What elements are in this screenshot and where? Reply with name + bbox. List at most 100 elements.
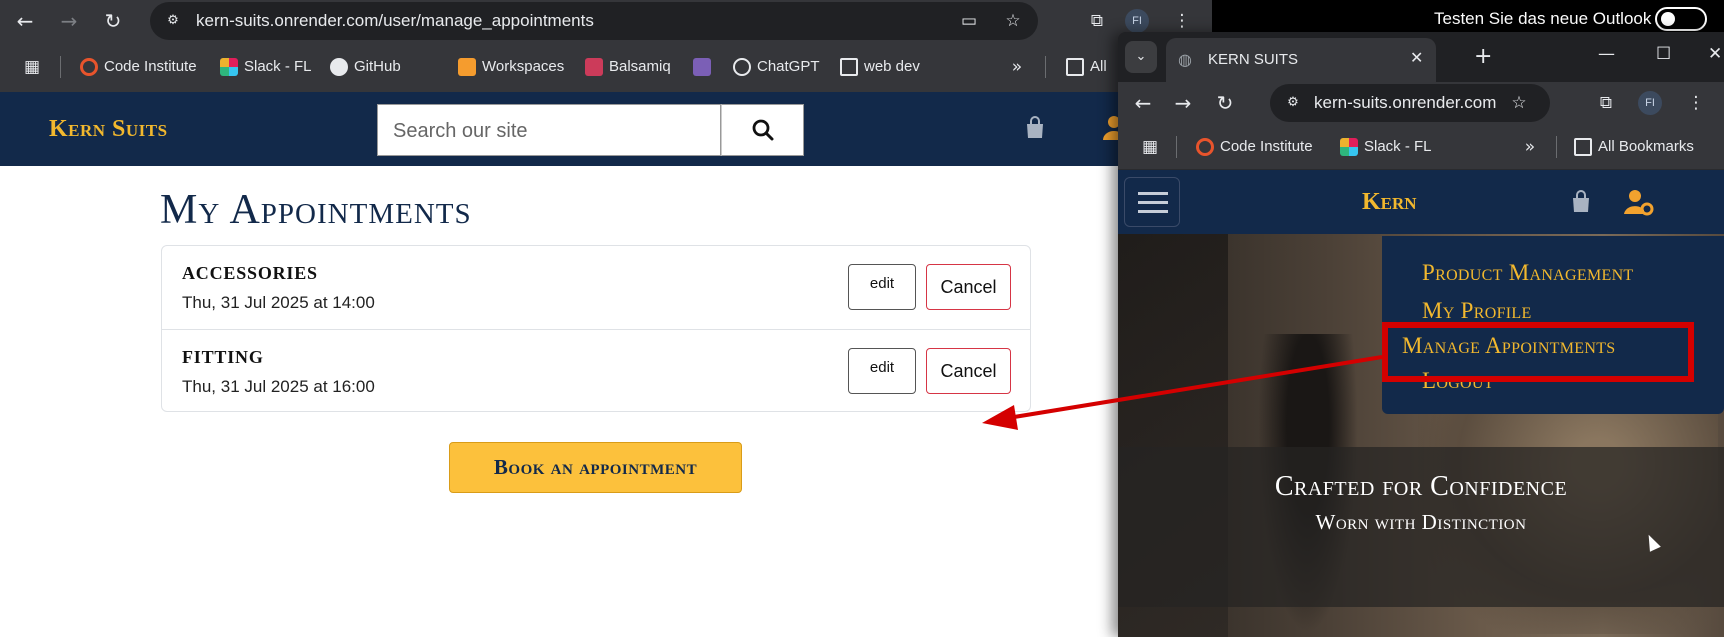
appointment-title: FITTING <box>182 347 264 367</box>
bookmark-code-institute[interactable]: Code Institute <box>1196 135 1313 159</box>
search-icon <box>752 119 774 141</box>
card-icon[interactable]: ▭ <box>958 10 980 32</box>
slack-icon <box>220 58 238 76</box>
site-logo[interactable]: Kern <box>1362 189 1417 216</box>
bookmark-all[interactable]: All <box>1066 55 1107 79</box>
address-bar[interactable]: ⚙ kern-suits.onrender.com ☆ <box>1270 84 1550 122</box>
bookmark-label: Workspaces <box>482 58 565 75</box>
bookmark-web-dev[interactable]: web dev <box>840 55 920 79</box>
search-placeholder: Search our site <box>393 120 528 142</box>
forward-icon[interactable]: → <box>56 8 82 34</box>
appointment-title: ACCESSORIES <box>182 263 318 283</box>
balsamiq-icon <box>585 58 603 76</box>
reload-icon[interactable]: ↻ <box>1212 90 1238 116</box>
appointment-row: FITTING Thu, 31 Jul 2025 at 16:00 edit C… <box>162 329 1030 411</box>
site-header: Kern Suits Search our site <box>0 92 1212 166</box>
bookmark-balsamiq[interactable]: Balsamiq <box>585 55 671 79</box>
bookmark-label: Code Institute <box>104 58 197 75</box>
hamburger-menu-icon[interactable] <box>1124 177 1180 227</box>
tab-kern-suits[interactable]: ◍ KERN SUITS ✕ <box>1166 38 1436 82</box>
user-gear-icon[interactable] <box>1624 188 1654 216</box>
bookmark-label: GitHub <box>354 58 401 75</box>
maximize-icon[interactable]: ☐ <box>1656 44 1671 64</box>
extensions-icon[interactable]: ⧉ <box>1085 9 1109 33</box>
bookmark-label: Slack - FL <box>1364 138 1432 155</box>
hero-title: Crafted for Confidence <box>1274 471 1568 502</box>
cancel-button[interactable]: Cancel <box>926 264 1011 310</box>
site-logo[interactable]: Kern Suits <box>49 116 168 143</box>
bookmark-label: ChatGPT <box>757 58 820 75</box>
menu-kebab-icon[interactable]: ⋮ <box>1170 9 1194 33</box>
bookmarks-bar: ▦ Code Institute Slack - FL GitHub Works… <box>0 42 1212 92</box>
address-url[interactable]: kern-suits.onrender.com/user/manage_appo… <box>196 11 594 31</box>
slack-icon <box>1340 138 1358 156</box>
bookmark-label: Slack - FL <box>244 58 312 75</box>
back-icon[interactable]: ← <box>12 8 38 34</box>
folder-icon <box>840 58 858 76</box>
chatgpt-icon <box>733 58 751 76</box>
cancel-button[interactable]: Cancel <box>926 348 1011 394</box>
bookmark-label: All Bookmarks <box>1598 138 1694 155</box>
profile-avatar[interactable]: FI <box>1638 91 1662 115</box>
close-tab-icon[interactable]: ✕ <box>1410 48 1423 67</box>
folder-icon <box>1066 58 1084 76</box>
bookmark-separator <box>60 56 61 78</box>
appointments-list: ACCESSORIES Thu, 31 Jul 2025 at 14:00 ed… <box>161 245 1031 412</box>
annotation-highlight-box <box>1382 322 1694 382</box>
menu-item-my-profile[interactable]: My Profile <box>1422 298 1532 324</box>
bookmark-separator <box>1556 136 1557 158</box>
bookmarks-bar: ▦ Code Institute Slack - FL » All Bookma… <box>1118 124 1724 170</box>
search-button[interactable] <box>721 104 804 156</box>
bookmark-github[interactable]: GitHub <box>330 55 401 79</box>
site-info-icon[interactable]: ⚙ <box>164 12 182 30</box>
search-input[interactable]: Search our site <box>377 104 721 156</box>
bookmark-star-icon[interactable]: ☆ <box>1508 92 1530 114</box>
bookmark-label: All <box>1090 58 1107 75</box>
bookmark-slack[interactable]: Slack - FL <box>1340 135 1432 159</box>
back-icon[interactable]: ← <box>1130 90 1156 116</box>
forward-icon[interactable]: → <box>1170 90 1196 116</box>
github-icon <box>330 58 348 76</box>
edit-button[interactable]: edit <box>848 348 916 394</box>
new-tab-icon[interactable]: + <box>1474 44 1492 69</box>
workspaces-icon <box>458 58 476 76</box>
tab-title: KERN SUITS <box>1208 51 1299 68</box>
chevron-double-right-icon[interactable]: » <box>1518 135 1542 159</box>
address-url[interactable]: kern-suits.onrender.com <box>1314 93 1496 113</box>
minimize-icon[interactable]: — <box>1598 44 1615 64</box>
bookmark-label: Balsamiq <box>609 58 671 75</box>
bookmark-chatgpt[interactable]: ChatGPT <box>733 55 820 79</box>
page-title: My Appointments <box>160 187 472 233</box>
book-appointment-button[interactable]: Book an appointment <box>449 442 742 493</box>
bookmark-label: web dev <box>864 58 920 75</box>
apps-grid-icon[interactable]: ▦ <box>1138 135 1162 159</box>
browser-toolbar: ← → ↻ ⚙ kern-suits.onrender.com ☆ ⧉ FI ⋮ <box>1118 82 1724 124</box>
extensions-icon[interactable]: ⧉ <box>1594 91 1618 115</box>
profile-avatar[interactable]: FI <box>1125 9 1149 33</box>
address-bar[interactable]: ⚙ kern-suits.onrender.com/user/manage_ap… <box>150 2 1038 40</box>
outlook-toggle[interactable] <box>1655 7 1707 31</box>
close-window-icon[interactable]: ✕ <box>1708 44 1722 64</box>
bookmark-workspaces[interactable]: Workspaces <box>458 55 564 79</box>
tab-search-icon[interactable]: ⌄ <box>1125 41 1157 73</box>
folder-icon <box>1574 138 1592 156</box>
shopping-bag-icon[interactable] <box>1024 116 1046 140</box>
reload-icon[interactable]: ↻ <box>100 8 126 34</box>
bookmark-code-institute[interactable]: Code Institute <box>80 55 197 79</box>
bookmark-all-bookmarks[interactable]: All Bookmarks <box>1574 135 1694 159</box>
bookmark-separator <box>1176 136 1177 158</box>
code-institute-icon <box>80 58 98 76</box>
hero-subtitle: Worn with Distinction <box>1315 510 1527 534</box>
edit-button[interactable]: edit <box>848 264 916 310</box>
site-header-mobile: Kern <box>1118 170 1724 236</box>
appointment-datetime: Thu, 31 Jul 2025 at 14:00 <box>182 293 375 312</box>
menu-item-product-management[interactable]: Product Management <box>1422 260 1634 286</box>
site-info-icon[interactable]: ⚙ <box>1284 94 1302 112</box>
apps-grid-icon[interactable]: ▦ <box>20 55 44 79</box>
chevron-double-right-icon[interactable]: » <box>1005 55 1029 79</box>
bookmark-slack[interactable]: Slack - FL <box>220 55 312 79</box>
menu-kebab-icon[interactable]: ⋮ <box>1684 91 1708 115</box>
shopping-bag-icon[interactable] <box>1570 190 1592 214</box>
bookmark-star-icon[interactable]: ☆ <box>1002 10 1024 32</box>
bookmark-heroku[interactable] <box>693 55 717 79</box>
